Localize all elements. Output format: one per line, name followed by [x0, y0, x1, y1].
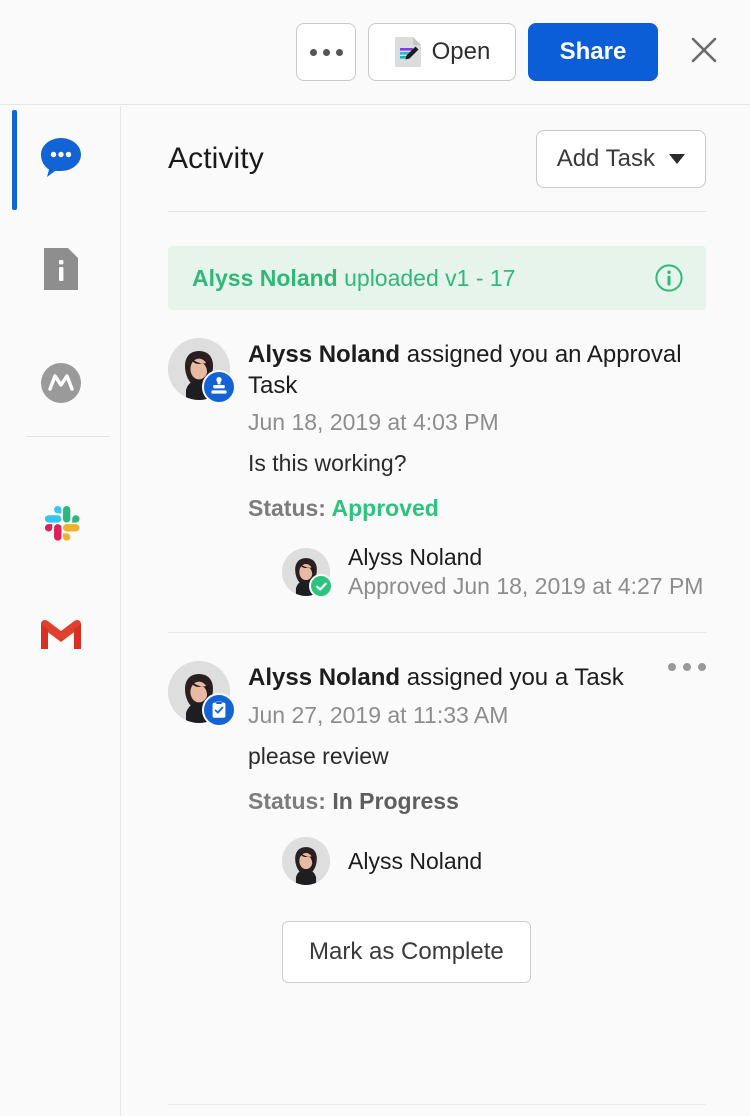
- assignee-info: Alyss Noland: [348, 848, 482, 875]
- markup-avatar-icon: [39, 361, 83, 410]
- top-toolbar-actions: Open Share: [296, 23, 728, 81]
- activity-entry-user: Alyss Noland: [248, 341, 401, 368]
- upload-banner-user: Alyss Noland: [192, 264, 338, 291]
- sidebar-divider: [26, 436, 110, 437]
- open-button-label: Open: [431, 38, 491, 65]
- assignee-avatar-image: [282, 837, 330, 886]
- open-button[interactable]: Open: [368, 23, 516, 81]
- sidebar-item-details[interactable]: [30, 240, 92, 302]
- left-sidebar: [0, 106, 121, 1116]
- kebab-menu-icon[interactable]: [668, 663, 706, 672]
- sidebar-item-gmail[interactable]: [30, 606, 92, 668]
- list-bottom-divider: [168, 1104, 706, 1105]
- activity-entry-row: Alyss Noland assigned you an Approval Ta…: [168, 338, 706, 600]
- slack-icon: [40, 502, 82, 549]
- upload-banner[interactable]: Alyss Noland uploaded v1 - 17: [168, 246, 706, 310]
- header-divider: [168, 211, 706, 212]
- activity-entry-row: Alyss Noland assigned you a Task Jun 27,…: [168, 661, 706, 984]
- add-task-button[interactable]: Add Task: [535, 129, 706, 188]
- activity-entry-content: Alyss Noland assigned you a Task Jun 27,…: [248, 661, 706, 984]
- assignee-name: Alyss Noland: [348, 544, 483, 571]
- gmail-icon: [39, 618, 83, 657]
- sidebar-active-indicator: [12, 110, 17, 210]
- comment-bubble-icon: [38, 135, 84, 184]
- status-badge: Status: In Progress: [248, 788, 706, 815]
- status-value: Approved: [331, 495, 439, 522]
- assignee-name: Alyss Noland: [348, 847, 483, 874]
- status-value: In Progress: [332, 788, 459, 815]
- approval-stamp-icon: [202, 370, 236, 404]
- more-options-button[interactable]: [296, 23, 356, 81]
- sidebar-item-comments[interactable]: [30, 128, 92, 190]
- activity-entry-title: Alyss Noland assigned you an Approval Ta…: [248, 338, 706, 401]
- activity-entry-user: Alyss Noland: [248, 664, 401, 692]
- activity-entry: Alyss Noland assigned you a Task Jun 27,…: [168, 633, 706, 984]
- assignee-status: Approved Jun 18, 2019 at 4:27 PM: [348, 573, 704, 600]
- activity-entry-action: assigned you a Task: [400, 664, 624, 692]
- upload-banner-action: uploaded v1 - 17: [337, 264, 516, 291]
- share-button[interactable]: Share: [528, 23, 658, 81]
- page-title: Activity: [168, 141, 264, 175]
- avatar: [168, 661, 236, 728]
- kebab-dot-icon: [698, 663, 706, 672]
- status-label: Status:: [248, 495, 332, 522]
- more-dot-icon: [309, 48, 317, 56]
- chevron-down-icon: [669, 153, 685, 164]
- check-circle-icon: [309, 574, 333, 599]
- activity-entry-note: please review: [248, 743, 389, 770]
- status-badge: Status: Approved: [248, 495, 706, 522]
- assignee-avatar: [282, 548, 333, 599]
- assignee-info: Alyss Noland Approved Jun 18, 2019 at 4:…: [348, 544, 703, 600]
- activity-entry-timestamp: Jun 18, 2019 at 4:03 PM: [248, 409, 499, 436]
- activity-list: Alyss Noland uploaded v1 - 17 Alyss Nola…: [122, 246, 750, 984]
- assignee-avatar: [282, 837, 330, 886]
- activity-entry-content: Alyss Noland assigned you an Approval Ta…: [248, 338, 706, 600]
- close-button[interactable]: [680, 28, 728, 76]
- add-task-label: Add Task: [556, 144, 655, 172]
- more-dot-icon: [322, 48, 330, 56]
- document-edit-icon: [394, 36, 422, 68]
- more-dot-icon: [335, 48, 343, 56]
- activity-entry-note: Is this working?: [248, 450, 407, 477]
- mark-as-complete-button[interactable]: Mark as Complete: [282, 921, 531, 984]
- activity-panel-header: Activity Add Task: [122, 106, 750, 211]
- activity-entry-title: Alyss Noland assigned you a Task: [248, 661, 706, 694]
- avatar: [168, 338, 236, 404]
- kebab-dot-icon: [683, 663, 691, 672]
- info-circle-icon[interactable]: [654, 263, 684, 293]
- clipboard-task-icon: [202, 693, 236, 728]
- kebab-dot-icon: [668, 663, 676, 672]
- activity-panel: Activity Add Task Alyss Noland uploaded …: [122, 106, 750, 1116]
- sidebar-item-slack[interactable]: [30, 494, 92, 556]
- top-toolbar: Open Share: [0, 0, 750, 105]
- activity-entry-timestamp: Jun 27, 2019 at 11:33 AM: [248, 702, 509, 729]
- document-info-icon: [42, 246, 80, 297]
- sidebar-item-markup[interactable]: [30, 354, 92, 416]
- assignee-row: Alyss Noland: [248, 837, 706, 886]
- activity-entry: Alyss Noland assigned you an Approval Ta…: [168, 310, 706, 634]
- assignee-row: Alyss Noland Approved Jun 18, 2019 at 4:…: [248, 544, 706, 600]
- close-icon: [689, 35, 719, 70]
- status-label: Status:: [248, 788, 333, 815]
- upload-banner-text: Alyss Noland uploaded v1 - 17: [192, 265, 515, 292]
